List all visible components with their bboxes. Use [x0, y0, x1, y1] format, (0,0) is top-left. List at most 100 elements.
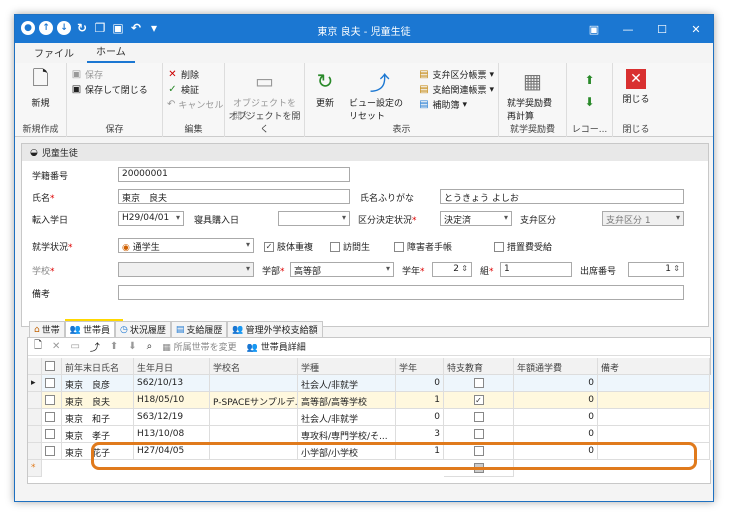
save-button[interactable]: ▣ 保存	[71, 67, 158, 82]
aux-book-dropdown[interactable]: ▤ 補助簿 ▾	[418, 97, 494, 112]
cell-type[interactable]: 専攻科/専門学校/そ...	[298, 426, 396, 443]
cell-birth[interactable]: S63/12/19	[134, 409, 210, 426]
cell-name[interactable]: 東京 和子	[62, 409, 134, 426]
kana-field[interactable]: とうきょう よしお	[440, 189, 684, 204]
col-note[interactable]: 備考	[598, 358, 710, 375]
table-row[interactable]: 東京 良夫 H18/05/10 P-SPACEサンプルデ... 高等部/高等学校 1 ✓ 0	[28, 392, 712, 409]
layout-icon[interactable]: ▣	[577, 15, 611, 43]
cell-grade[interactable]: 0	[396, 375, 444, 392]
cell-type[interactable]: 社会人/非就学	[298, 409, 396, 426]
cell-special[interactable]: ✓	[444, 392, 514, 409]
cell-grade[interactable]: 1	[396, 392, 444, 409]
tab-status-history[interactable]: ◷ 状況履歴	[114, 321, 171, 337]
tab-home[interactable]: ホーム	[87, 41, 135, 63]
special-checkbox[interactable]	[473, 378, 484, 388]
maximize-button[interactable]: ☐	[645, 15, 679, 43]
kubun-select[interactable]: 決定済 ▾	[440, 211, 512, 226]
cell-fee[interactable]: 0	[514, 409, 598, 426]
cell-type[interactable]: 高等部/高等学校	[298, 392, 396, 409]
gakuseki-field[interactable]: 20000001	[118, 167, 350, 182]
chk-visit[interactable]: 訪問生	[330, 240, 370, 253]
status-select[interactable]: ◉ 通学生 ▾	[118, 238, 254, 253]
row-select-checkbox[interactable]	[45, 412, 55, 422]
cell-name[interactable]: 東京 良彦	[62, 375, 134, 392]
delete-button[interactable]: ✕ 削除	[167, 67, 220, 82]
cell-special[interactable]	[444, 375, 514, 392]
cell-fee[interactable]: 0	[514, 392, 598, 409]
edit-row-icon[interactable]: ▭	[70, 341, 79, 352]
delete-row-icon[interactable]: ✕	[52, 341, 60, 352]
grade-stepper[interactable]: 2 ⇕	[432, 262, 472, 277]
chk-physical[interactable]: ✓ 肢体重複	[264, 240, 313, 253]
move-up-icon[interactable]: ⬆	[110, 341, 118, 352]
row-select-checkbox[interactable]	[45, 429, 55, 439]
save-close-button[interactable]: ▣ 保存して閉じる	[71, 82, 158, 97]
select-all-checkbox[interactable]	[45, 361, 55, 371]
pay-report-dropdown[interactable]: ▤ 支弁区分帳票 ▾	[418, 67, 494, 82]
cell-grade[interactable]: 0	[396, 409, 444, 426]
transfer-date-field[interactable]: H29/04/01 ▾	[118, 211, 184, 226]
school-select[interactable]: ▾	[118, 262, 254, 277]
cell-fee[interactable]: 0	[514, 426, 598, 443]
tab-household[interactable]: ⌂ 世帯	[29, 321, 65, 337]
new-button[interactable]: 🗋 新規	[19, 66, 62, 111]
cell-birth[interactable]: S62/10/13	[134, 375, 210, 392]
cell-special[interactable]	[444, 426, 514, 443]
cell-note[interactable]	[598, 426, 710, 443]
new-row-icon[interactable]: 🗋	[34, 338, 42, 355]
tab-payment-history[interactable]: ▤ 支給履歴	[170, 321, 228, 337]
next-record-icon[interactable]: ⬇	[584, 95, 594, 109]
attendance-stepper[interactable]: 1 ⇕	[628, 262, 684, 277]
cell-note[interactable]	[598, 392, 710, 409]
row-select-checkbox[interactable]	[45, 446, 55, 456]
cell-school[interactable]	[210, 426, 298, 443]
col-fee[interactable]: 年額通学費	[514, 358, 598, 375]
payment-select[interactable]: 支弁区分 1 ▾	[602, 211, 684, 226]
close-button[interactable]: ✕ 閉じる	[617, 67, 655, 107]
tab-external-school[interactable]: 👥 管理外学校支給額	[227, 321, 323, 337]
tab-file[interactable]: ファイル	[25, 43, 83, 63]
special-checkbox[interactable]	[473, 412, 484, 422]
cell-special[interactable]	[444, 409, 514, 426]
note-field[interactable]	[118, 285, 684, 300]
row-select-checkbox[interactable]	[45, 395, 55, 405]
move-down-icon[interactable]: ⬇	[128, 341, 136, 352]
chk-subsidy[interactable]: 措置費受給	[494, 240, 552, 253]
name-field[interactable]: 東京 良夫	[118, 189, 350, 204]
search-icon[interactable]: ⌕	[147, 341, 153, 352]
tab-household-members[interactable]: 👥 世帯員	[64, 321, 115, 337]
col-name[interactable]: 前年末日氏名	[62, 358, 134, 375]
pay-related-dropdown[interactable]: ▤ 支給関連帳票 ▾	[418, 82, 494, 97]
verify-button[interactable]: ✓ 検証	[167, 82, 220, 97]
col-special[interactable]: 特支教育	[444, 358, 514, 375]
dept-select[interactable]: 高等部 ▾	[290, 262, 394, 277]
cell-school[interactable]: P-SPACEサンプルデ...	[210, 392, 298, 409]
cell-name[interactable]: 東京 良夫	[62, 392, 134, 409]
cancel-button[interactable]: ↶ キャンセル	[167, 97, 223, 112]
cell-birth[interactable]: H18/05/10	[134, 392, 210, 409]
cell-school[interactable]	[210, 409, 298, 426]
prev-record-icon[interactable]: ⬆	[584, 73, 594, 87]
table-row[interactable]: ▸ 東京 良彦 S62/10/13 社会人/非就学 0 0	[28, 375, 712, 392]
cell-school[interactable]	[210, 375, 298, 392]
table-row[interactable]: 東京 孝子 H13/10/08 専攻科/専門学校/そ... 3 0	[28, 426, 712, 443]
close-window-button[interactable]: ✕	[679, 15, 713, 43]
table-row[interactable]: 東京 和子 S63/12/19 社会人/非就学 0 0	[28, 409, 712, 426]
member-detail-button[interactable]: 👥 世帯員詳細	[247, 340, 306, 353]
cell-note[interactable]	[598, 375, 710, 392]
recalc-button[interactable]: ▦ 就学奨励費再計算	[503, 67, 562, 124]
minimize-button[interactable]: —	[611, 15, 645, 43]
cell-fee[interactable]: 0	[514, 375, 598, 392]
special-checkbox[interactable]	[473, 429, 484, 439]
col-type[interactable]: 学種	[298, 358, 396, 375]
cell-birth[interactable]: H13/10/08	[134, 426, 210, 443]
cell-name[interactable]: 東京 孝子	[62, 426, 134, 443]
col-school[interactable]: 学校名	[210, 358, 298, 375]
cell-grade[interactable]: 3	[396, 426, 444, 443]
special-checkbox[interactable]: ✓	[473, 395, 484, 405]
cell-type[interactable]: 社会人/非就学	[298, 375, 396, 392]
col-grade[interactable]: 学年	[396, 358, 444, 375]
col-birth[interactable]: 生年月日	[134, 358, 210, 375]
class-field[interactable]: 1	[500, 262, 572, 277]
row-select-checkbox[interactable]	[45, 378, 55, 388]
